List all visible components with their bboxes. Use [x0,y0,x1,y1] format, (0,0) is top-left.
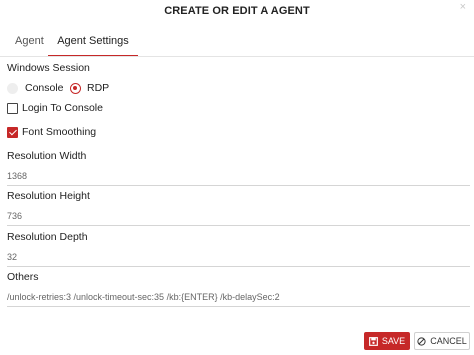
dialog-title: CREATE OR EDIT A AGENT [164,5,310,17]
save-icon [368,336,378,346]
font-smoothing-label[interactable]: Font Smoothing [22,126,96,138]
resolution-depth-label: Resolution Depth [7,231,88,243]
resolution-height-underline [7,225,470,226]
resolution-depth-underline [7,266,470,267]
tab-agent-settings[interactable]: Agent Settings [48,30,138,57]
cancel-icon [417,336,426,346]
tab-divider [0,56,474,57]
resolution-depth-input[interactable]: 32 [7,252,17,262]
radio-console[interactable] [7,83,18,94]
font-smoothing-checkbox[interactable] [7,127,18,138]
radio-rdp-label[interactable]: RDP [87,82,109,94]
radio-rdp[interactable] [70,83,81,94]
login-to-console-checkbox[interactable] [7,103,18,114]
others-underline [7,306,470,307]
windows-session-label: Windows Session [7,62,90,74]
resolution-width-input[interactable]: 1368 [7,171,27,181]
save-button-label: SAVE [381,336,406,346]
tab-agent[interactable]: Agent [15,30,44,57]
resolution-height-input[interactable]: 736 [7,211,22,221]
login-to-console-label[interactable]: Login To Console [22,102,103,114]
cancel-button[interactable]: CANCEL [414,332,470,350]
cancel-button-label: CANCEL [430,336,467,346]
others-label: Others [7,271,39,283]
resolution-width-underline [7,185,470,186]
save-button[interactable]: SAVE [364,332,410,350]
close-icon[interactable]: × [460,1,466,13]
resolution-width-label: Resolution Width [7,150,87,162]
radio-console-label[interactable]: Console [25,82,64,94]
tab-bar: Agent Agent Settings [0,30,474,57]
resolution-height-label: Resolution Height [7,190,90,202]
agent-dialog: CREATE OR EDIT A AGENT × Agent Agent Set… [0,0,474,355]
others-input[interactable]: /unlock-retries:3 /unlock-timeout-sec:35… [7,292,280,302]
